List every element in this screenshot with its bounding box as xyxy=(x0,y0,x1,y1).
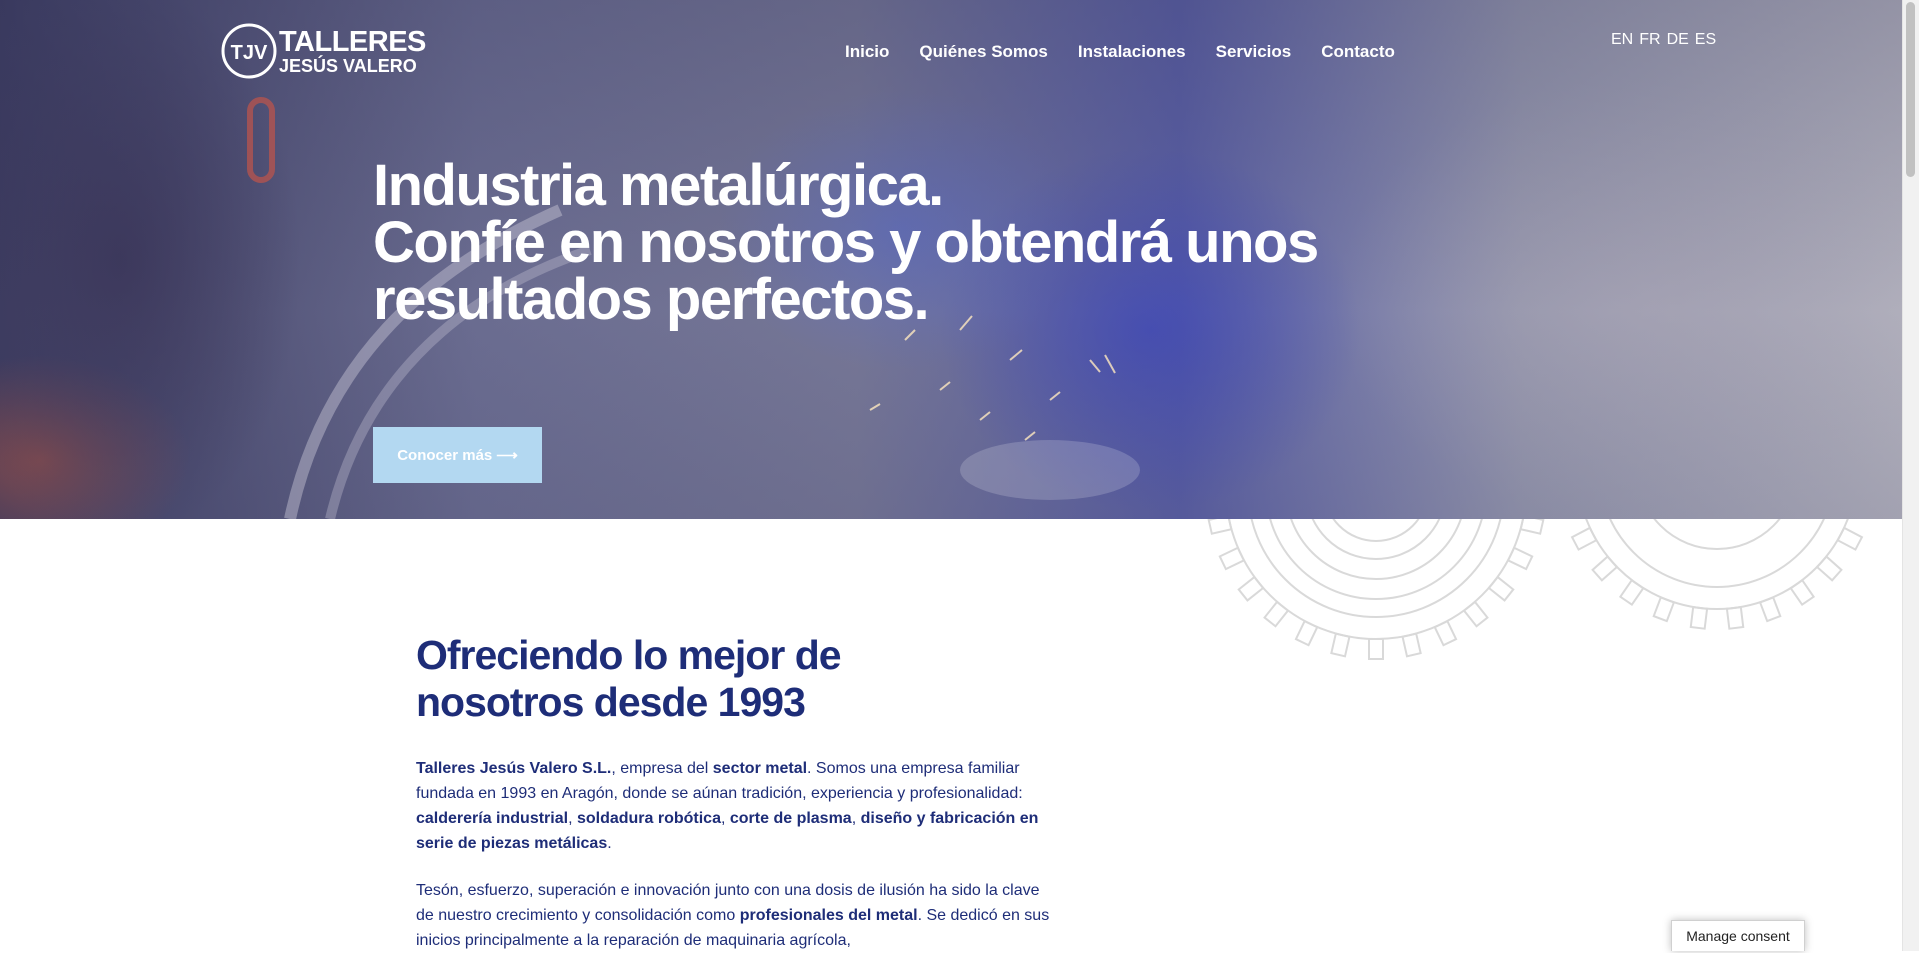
arrow-right-icon: ⟶ xyxy=(496,447,518,464)
nav-item-instalaciones[interactable]: Instalaciones xyxy=(1078,42,1186,62)
paragraph-text: , xyxy=(568,810,577,827)
page-scrollbar[interactable] xyxy=(1902,0,1919,951)
lang-es[interactable]: ES xyxy=(1695,31,1716,49)
conocer-mas-button[interactable]: Conocer más ⟶ xyxy=(373,427,542,483)
paragraph-text: . xyxy=(607,835,612,852)
about-heading: Ofreciendo lo mejor de nosotros desde 19… xyxy=(416,632,936,726)
hero-heading-line: Confíe en nosotros y obtendrá unos xyxy=(373,210,1319,275)
gears-decoration xyxy=(1207,519,1864,660)
highlighted-text: profesionales del metal xyxy=(739,907,918,924)
highlighted-text: corte de plasma xyxy=(729,810,852,827)
svg-text:TJV: TJV xyxy=(231,42,268,64)
nav-item-servicios[interactable]: Servicios xyxy=(1216,42,1292,62)
paragraph-text: , empresa del xyxy=(611,760,713,777)
about-heading-line: nosotros desde 1993 xyxy=(416,679,806,725)
gear-teeth xyxy=(1570,526,1864,630)
company-logo[interactable]: TJV TALLERES JESÚS VALERO xyxy=(221,23,426,81)
hero-heading-line: Industria metalúrgica. xyxy=(373,153,944,218)
nav-item-contacto[interactable]: Contacto xyxy=(1321,42,1395,62)
logo-emblem-icon: TJV xyxy=(221,23,277,79)
main-navigation: Inicio Quiénes Somos Instalaciones Servi… xyxy=(845,42,1395,62)
about-paragraph-1: Talleres Jesús Valero S.L., empresa del … xyxy=(416,756,1056,856)
lang-fr[interactable]: FR xyxy=(1639,31,1660,49)
highlighted-text: soldadura robótica xyxy=(576,810,721,827)
language-switcher: EN FR DE ES xyxy=(1611,31,1716,49)
lang-de[interactable]: DE xyxy=(1667,31,1689,49)
hero-heading: Industria metalúrgica. Confíe en nosotro… xyxy=(373,153,1373,332)
nav-item-inicio[interactable]: Inicio xyxy=(845,42,889,62)
about-paragraph-2: Tesón, esfuerzo, superación e innovación… xyxy=(416,878,1056,953)
hero-heading-line: resultados perfectos. xyxy=(373,267,930,332)
highlighted-text: sector metal xyxy=(712,760,808,777)
paragraph-text: , xyxy=(720,810,730,827)
logo-text-jesus-valero: JESÚS VALERO xyxy=(279,56,417,76)
hero-banner: TJV TALLERES JESÚS VALERO Inicio Quiénes… xyxy=(0,0,1903,519)
lang-en[interactable]: EN xyxy=(1611,31,1633,49)
highlighted-text: calderería industrial xyxy=(416,810,569,827)
manage-consent-button[interactable]: Manage consent xyxy=(1671,920,1805,951)
nav-item-quienes-somos[interactable]: Quiénes Somos xyxy=(919,42,1047,62)
highlighted-text: Talleres Jesús Valero S.L. xyxy=(416,760,612,777)
scrollbar-thumb[interactable] xyxy=(1906,2,1915,177)
about-heading-line: Ofreciendo lo mejor de xyxy=(416,632,842,678)
logo-text-talleres: TALLERES xyxy=(279,26,426,58)
cta-label: Conocer más xyxy=(397,446,493,464)
paragraph-text: , xyxy=(851,810,861,827)
